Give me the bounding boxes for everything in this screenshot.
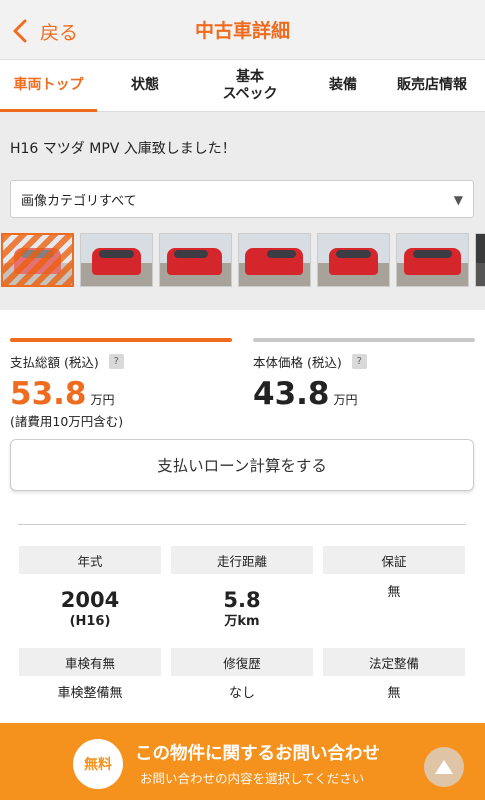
total-price-unit: 万円 — [90, 393, 115, 407]
image-category-select[interactable]: 画像カテゴリすべて ▼ — [10, 180, 474, 218]
spec-value-repair-history: なし — [171, 685, 313, 703]
thumbnail-3[interactable] — [159, 233, 232, 287]
total-price-note: (諸費用10万円含む) — [10, 414, 124, 429]
thumbnail-4[interactable] — [238, 233, 311, 287]
spec-label-year: 年式 — [19, 546, 161, 574]
price-section: 支払総額 (税込) ? 本体価格 (税込) ? 53.8 万円 43.8 万円 … — [0, 310, 485, 525]
year-era: (H16) — [69, 614, 111, 629]
help-icon[interactable]: ? — [108, 354, 124, 369]
tab-basic-spec-label-line2: スペック — [222, 85, 278, 102]
tab-bar: 車両トップ 状態 基本 スペック 装備 販売店情報 — [0, 60, 485, 112]
spec-label-warranty: 保証 — [323, 546, 465, 574]
inquiry-cta-bar[interactable]: 無料 この物件に関するお問い合わせ お問い合わせの内容を選択してください — [0, 723, 485, 800]
image-category-value: 画像カテゴリすべて — [21, 193, 137, 209]
spec-value-legal-maintenance: 無 — [323, 685, 465, 703]
spec-label-legal-maintenance: 法定整備 — [323, 648, 465, 676]
body-price-value: 43.8 — [253, 376, 330, 412]
page-title: 中古車詳細 — [194, 20, 290, 42]
divider — [18, 524, 466, 525]
thumbnail-7[interactable] — [475, 233, 485, 287]
tab-dealer-info[interactable]: 販売店情報 — [379, 60, 485, 111]
body-price: 43.8 万円 — [253, 376, 358, 412]
total-price-indicator — [10, 338, 232, 342]
total-price-label-row: 支払総額 (税込) ? — [10, 352, 124, 371]
help-icon[interactable]: ? — [351, 354, 367, 369]
inspection-value: 車検整備無 — [57, 686, 123, 701]
repair-history-value: なし — [228, 686, 255, 701]
tab-equipment[interactable]: 装備 — [307, 60, 379, 111]
thumbnail-6[interactable] — [396, 233, 469, 287]
thumbnail-2[interactable] — [80, 233, 153, 287]
thumbnail-1[interactable] — [1, 233, 74, 287]
thumbnail-5[interactable] — [317, 233, 390, 287]
tab-vehicle-top[interactable]: 車両トップ — [0, 60, 97, 112]
spec-value-year: 2004 (H16) — [19, 587, 161, 631]
spec-value-warranty: 無 — [323, 584, 465, 602]
gallery-section: H16 マツダ MPV 入庫致しました！ 画像カテゴリすべて ▼ — [0, 112, 485, 310]
dropdown-triangle-icon: ▼ — [453, 193, 463, 207]
spec-label-mileage: 走行距離 — [171, 546, 313, 574]
tab-basic-spec[interactable]: 基本 スペック — [193, 60, 307, 111]
total-price: 53.8 万円 — [10, 376, 115, 412]
body-price-label: 本体価格 (税込) — [253, 355, 342, 370]
scroll-top-button[interactable] — [424, 747, 464, 787]
tab-basic-spec-label-line1: 基本 — [236, 68, 264, 85]
mileage-unit: 万km — [224, 614, 260, 629]
body-price-unit: 万円 — [333, 393, 358, 407]
loan-calc-button[interactable]: 支払いローン計算をする — [10, 439, 474, 491]
listing-headline: H16 マツダ MPV 入庫致しました！ — [10, 141, 236, 157]
inquiry-subtitle: お問い合わせの内容を選択してください — [140, 771, 365, 786]
spec-label-inspection: 車検有無 — [19, 648, 161, 676]
free-badge: 無料 — [73, 739, 123, 789]
year-value: 2004 — [60, 588, 120, 612]
inquiry-title: この物件に関するお問い合わせ — [135, 744, 380, 764]
total-price-label: 支払総額 (税込) — [10, 355, 99, 370]
legal-maintenance-value: 無 — [387, 686, 401, 701]
thumbnail-strip — [0, 233, 485, 289]
body-price-label-row: 本体価格 (税込) ? — [253, 352, 367, 371]
page: 戻る 中古車詳細 車両トップ 状態 基本 スペック 装備 販売店情報 H16 マ… — [0, 0, 485, 800]
spec-value-mileage: 5.8 万km — [171, 587, 313, 631]
app-header: 戻る 中古車詳細 — [0, 0, 485, 60]
tab-condition[interactable]: 状態 — [97, 60, 193, 111]
spec-label-repair-history: 修復歴 — [171, 648, 313, 676]
body-price-indicator — [253, 338, 475, 342]
spec-value-inspection: 車検整備無 — [19, 685, 161, 703]
warranty-value: 無 — [387, 585, 401, 600]
total-price-value: 53.8 — [10, 376, 87, 412]
triangle-up-icon — [435, 760, 453, 774]
mileage-value: 5.8 — [223, 588, 261, 612]
